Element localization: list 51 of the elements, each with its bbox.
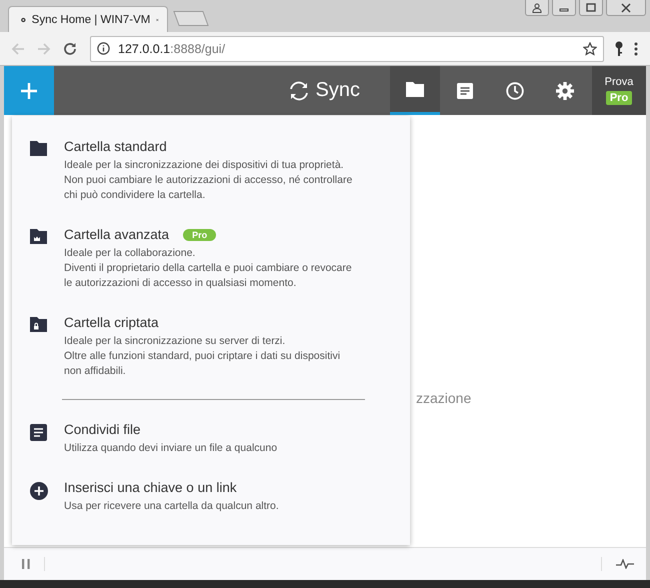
user-button[interactable]: [525, 0, 549, 16]
menu-item[interactable]: Cartella standard Ideale per la sincronizzazione dei dispositivi di tua proprietà. Non puoi cambiare le autorizzazioni di accesso, né controllare chi può condividere la cartella.: [30, 139, 410, 203]
menu-item-title: Cartella standard: [64, 139, 167, 154]
account-button[interactable]: Prova Pro: [592, 66, 646, 115]
address-bar[interactable]: 127.0.0.1:8888/gui/: [90, 36, 604, 62]
menu-item-title: Cartella avanzata: [64, 227, 170, 242]
close-icon: [621, 2, 631, 12]
menu-item[interactable]: Condividi file Utilizza quando devi inviare un file a qualcuno: [30, 422, 410, 456]
pause-icon[interactable]: [22, 559, 30, 569]
document-icon: [457, 82, 473, 98]
menu-item-description: Usa per ricevere una cartella da qualcun altro.: [64, 499, 279, 514]
menu-item-description: Ideale per la collaborazione. Diventi il proprietario della cartella e puoi cambiare o revocare le autorizzazioni di accesso in qualsiasi momento.: [64, 246, 352, 291]
menu-item-description: Ideale per la sincronizzazione dei dispositivi di tua proprietà. Non puoi cambiare le autorizzazioni di accesso, né controllare chi può condividere la cartella.: [64, 158, 352, 203]
document-icon: [30, 424, 47, 441]
restore-button[interactable]: [579, 0, 603, 16]
more-icon[interactable]: [634, 42, 638, 56]
account-label: Prova: [604, 76, 634, 88]
minimize-button[interactable]: [552, 0, 576, 16]
pro-badge: Pro: [606, 91, 632, 105]
menu-item-title: Inserisci una chiave o un link: [64, 480, 237, 495]
folders-nav-tab[interactable]: [390, 66, 440, 115]
menu-item-title: Cartella criptata: [64, 315, 159, 330]
close-button[interactable]: [606, 0, 646, 16]
browser-tab[interactable]: Sync Home | WIN7-VM: [8, 6, 168, 32]
menu-item[interactable]: Cartella criptata Ideale per la sincronizzazione su server di terzi. Oltre alle funzioni standard, puoi criptare i dati su dispositivi non affidabili.: [30, 315, 410, 379]
menu-item-description: Ideale per la sincronizzazione su server di terzi. Oltre alle funzioni standard, puoi criptare i dati su dispositivi non affidabili.: [64, 334, 340, 379]
add-button[interactable]: [4, 66, 54, 115]
user-icon: [532, 2, 542, 12]
key-icon[interactable]: [614, 40, 624, 56]
settings-icon: [556, 82, 574, 100]
clock-icon: [506, 82, 524, 100]
app-logo-text: Sync: [316, 79, 360, 102]
folder-icon: [406, 82, 424, 96]
menu-item-description: Utilizza quando devi inviare un file a qualcuno: [64, 441, 278, 456]
menu-item-title: Condividi file: [64, 422, 141, 437]
menu-item[interactable]: Cartella avanzata Pro Ideale per la collaborazione. Diventi il proprietario della cartella e puoi cambiare o revocare le autorizzazioni di accesso in qualsiasi momento.: [30, 227, 410, 291]
plus-icon: [20, 82, 38, 100]
activity-icon[interactable]: [616, 559, 634, 569]
sync-arrows-icon: [288, 80, 310, 102]
menu-item[interactable]: Inserisci una chiave o un link Usa per ricevere una cartella da qualcun altro.: [30, 480, 410, 514]
tab-title: Sync Home | WIN7-VM: [32, 14, 150, 26]
plus-circle-icon: [30, 482, 48, 500]
maximize-icon: [586, 2, 596, 12]
reload-icon[interactable]: [62, 40, 78, 56]
pro-badge: Pro: [183, 228, 216, 240]
folder-crown-icon: [30, 229, 47, 244]
empty-state-text: zzazione: [416, 390, 472, 406]
folder-icon: [30, 141, 47, 156]
star-icon[interactable]: [583, 42, 597, 56]
info-icon: [97, 42, 110, 55]
folder-lock-icon: [30, 317, 47, 332]
